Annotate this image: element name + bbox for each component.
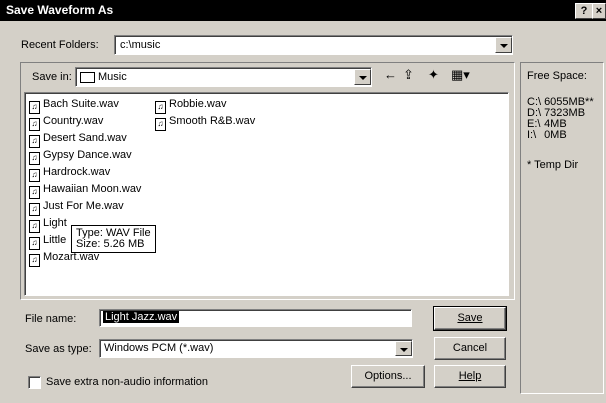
extra-info-checkbox[interactable] xyxy=(28,376,41,389)
save-as-type-label: Save as type: xyxy=(25,343,92,355)
close-button[interactable]: × xyxy=(592,3,606,19)
wav-file-icon: ♫ xyxy=(29,237,40,250)
file-item[interactable]: ♫ Smooth R&B.wav xyxy=(155,115,255,131)
temp-dir-note: * Temp Dir xyxy=(527,159,579,171)
cancel-button[interactable]: Cancel xyxy=(434,337,506,360)
wav-file-icon: ♫ xyxy=(29,118,40,131)
save-as-type-value: Windows PCM (*.wav) xyxy=(104,342,214,354)
file-name-value: Light Jazz.wav xyxy=(103,311,180,323)
options-button[interactable]: Options... xyxy=(351,365,425,388)
title-bar: Save Waveform As ? × xyxy=(0,0,606,21)
file-item[interactable]: ♫ Bach Suite.wav xyxy=(29,98,119,114)
file-item[interactable]: ♫ Hardrock.wav xyxy=(29,166,110,182)
file-name-input[interactable]: Light Jazz.wav xyxy=(99,309,412,327)
wav-file-icon: ♫ xyxy=(29,220,40,233)
wav-file-icon: ♫ xyxy=(29,203,40,216)
wav-file-icon: ♫ xyxy=(29,169,40,182)
file-list[interactable]: ♫ Bach Suite.wav ♫ Country.wav ♫ Desert San… xyxy=(24,92,509,296)
save-in-combo[interactable]: Music xyxy=(75,67,372,87)
file-item[interactable]: ♫ Little xyxy=(29,234,66,250)
drive-list: C:\ 6055MB** D:\ 7323MB E:\ 4MB I:\ 0MB xyxy=(527,97,594,141)
save-waveform-dialog: Save Waveform As ? × Recent Folders: c:\… xyxy=(0,0,606,403)
wav-file-icon: ♫ xyxy=(155,118,166,131)
file-tooltip: Type: WAV File Size: 5.26 MB xyxy=(71,225,156,253)
file-item[interactable]: ♫ Hawaiian Moon.wav xyxy=(29,183,141,199)
wav-file-icon: ♫ xyxy=(29,135,40,148)
free-space-title: Free Space: xyxy=(527,70,587,82)
file-item[interactable]: ♫ Robbie.wav xyxy=(155,98,226,114)
folder-icon xyxy=(80,72,95,83)
new-folder-icon[interactable]: ✦ xyxy=(428,67,439,83)
recent-folders-dropdown-button[interactable] xyxy=(495,37,512,53)
save-as-type-dropdown-button[interactable] xyxy=(395,341,412,356)
file-item[interactable]: ♫ Mozart.wav xyxy=(29,251,99,267)
wav-file-icon: ♫ xyxy=(29,254,40,267)
recent-folders-value: c:\music xyxy=(120,39,161,51)
file-item[interactable]: ♫ Just For Me.wav xyxy=(29,200,124,216)
tooltip-size: Size: 5.26 MB xyxy=(76,238,145,250)
wav-file-icon: ♫ xyxy=(29,152,40,165)
save-in-value: Music xyxy=(98,71,127,83)
wav-file-icon: ♫ xyxy=(155,101,166,114)
save-in-dropdown-button[interactable] xyxy=(354,69,371,85)
save-button[interactable]: Save xyxy=(433,306,507,331)
up-folder-icon[interactable]: ⇪ xyxy=(403,67,414,83)
view-menu-icon[interactable]: ▦▾ xyxy=(451,67,470,83)
drive-row: I:\ 0MB xyxy=(527,129,567,141)
wav-file-icon: ♫ xyxy=(29,186,40,199)
extra-info-label: Save extra non-audio information xyxy=(46,376,209,388)
file-item[interactable]: ♫ Desert Sand.wav xyxy=(29,132,127,148)
back-icon[interactable]: ← xyxy=(384,67,397,82)
save-in-text: Save in: xyxy=(32,71,72,83)
window-title: Save Waveform As xyxy=(6,3,114,17)
file-name-label: File name: xyxy=(25,313,77,325)
save-in-label: Save in: xyxy=(32,71,72,83)
recent-folders-combo[interactable]: c:\music xyxy=(114,35,513,55)
help-dialog-button[interactable]: Help xyxy=(434,365,506,388)
recent-folders-label: Recent Folders: xyxy=(21,39,99,51)
wav-file-icon: ♫ xyxy=(29,101,40,114)
file-item[interactable]: ♫ Gypsy Dance.wav xyxy=(29,149,132,165)
file-item[interactable]: ♫ Light xyxy=(29,217,67,233)
save-as-type-combo[interactable]: Windows PCM (*.wav) xyxy=(99,339,413,358)
file-item[interactable]: ♫ Country.wav xyxy=(29,115,103,131)
help-button[interactable]: ? xyxy=(575,3,593,19)
